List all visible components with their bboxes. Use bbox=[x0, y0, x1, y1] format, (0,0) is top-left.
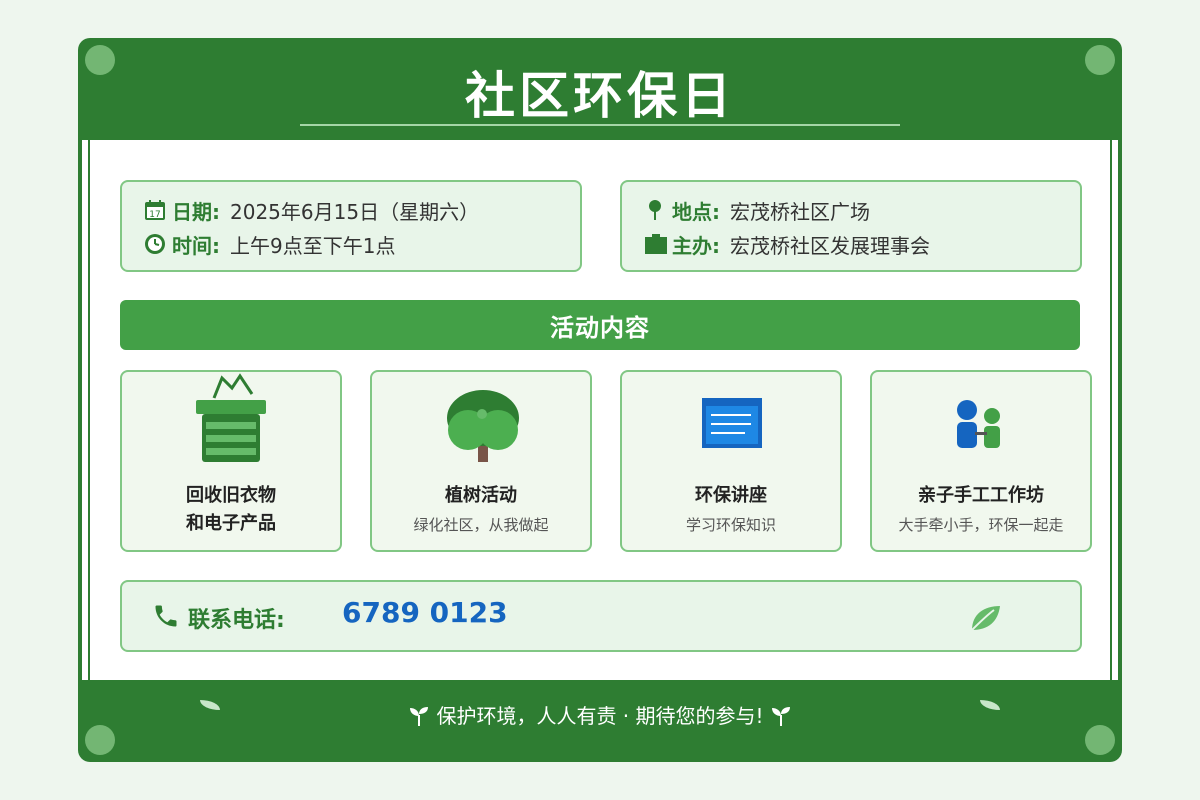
svg-text:17: 17 bbox=[149, 210, 160, 220]
host-value: 宏茂桥社区发展理事会 bbox=[730, 233, 930, 258]
place-host-box: 地点: 宏茂桥社区广场 主办: 宏茂桥社区发展理事会 bbox=[620, 180, 1082, 272]
date-value: 2025年6月15日（星期六） bbox=[230, 199, 480, 224]
activity-subtitle: 学习环保知识 bbox=[685, 516, 776, 534]
contact-label: 联系电话: bbox=[188, 608, 285, 633]
place-label: 地点: bbox=[672, 199, 720, 224]
activity-title: 植树活动 bbox=[445, 485, 517, 506]
footer-text: 保护环境，人人有责 · 期待您的参与! bbox=[436, 704, 764, 728]
location-pin-icon bbox=[644, 199, 666, 221]
place-row: 地点: 宏茂桥社区广场 bbox=[644, 196, 870, 224]
date-time-box: 17 日期: 2025年6月15日（星期六） 时间: 上午9点至下午1点 bbox=[120, 180, 582, 272]
contact-phone-number[interactable]: 6789 0123 bbox=[342, 596, 508, 629]
activity-title-line: 回收旧衣物 bbox=[186, 485, 276, 506]
section-title: 活动内容 bbox=[120, 300, 1080, 350]
activity-title: 环保讲座 bbox=[695, 485, 767, 506]
sprout-icon bbox=[408, 704, 436, 728]
corner-dot bbox=[85, 725, 115, 755]
host-row: 主办: 宏茂桥社区发展理事会 bbox=[644, 230, 930, 258]
activity-title-line: 和电子产品 bbox=[186, 513, 276, 534]
briefcase-icon bbox=[644, 233, 667, 255]
clock-icon bbox=[144, 233, 166, 255]
event-poster: 社区环保日 17 日期: 2025年6月15日（星期六） 时间: 上午9点至下午… bbox=[78, 38, 1122, 762]
title-divider bbox=[300, 124, 900, 126]
activity-card-tree-planting: 植树活动 绿化社区，从我做起 bbox=[370, 370, 592, 552]
activity-subtitle: 大手牵小手，环保一起走 bbox=[898, 516, 1064, 534]
page-title: 社区环保日 bbox=[465, 67, 735, 125]
activity-subtitle: 绿化社区，从我做起 bbox=[413, 516, 549, 534]
activity-title: 回收旧衣物 和电子产品 bbox=[122, 482, 340, 538]
activity-title: 亲子手工工作坊 bbox=[918, 485, 1044, 506]
tree-icon bbox=[372, 372, 590, 468]
leaf-icon bbox=[968, 600, 1002, 638]
host-label: 主办: bbox=[672, 233, 720, 258]
time-value: 上午9点至下午1点 bbox=[230, 233, 396, 258]
date-label: 日期: bbox=[172, 199, 220, 224]
date-row: 17 日期: 2025年6月15日（星期六） bbox=[144, 196, 479, 224]
activity-card-recycling: 回收旧衣物 和电子产品 bbox=[120, 370, 342, 552]
place-value: 宏茂桥社区广场 bbox=[730, 199, 870, 224]
recycle-bin-icon bbox=[122, 372, 340, 468]
phone-icon bbox=[152, 602, 180, 634]
calendar-icon: 17 bbox=[144, 199, 166, 221]
presentation-board-icon bbox=[622, 372, 840, 468]
corner-dot bbox=[1085, 725, 1115, 755]
parent-child-icon bbox=[872, 372, 1090, 468]
footer-slogan: 保护环境，人人有责 · 期待您的参与! bbox=[78, 700, 1122, 729]
time-row: 时间: 上午9点至下午1点 bbox=[144, 230, 395, 258]
content-panel: 17 日期: 2025年6月15日（星期六） 时间: 上午9点至下午1点 地点:… bbox=[82, 140, 1118, 680]
contact-box: 联系电话: 6789 0123 bbox=[120, 580, 1082, 652]
time-label: 时间: bbox=[172, 233, 220, 258]
activity-card-workshop: 亲子手工工作坊 大手牵小手，环保一起走 bbox=[870, 370, 1092, 552]
activity-card-lecture: 环保讲座 学习环保知识 bbox=[620, 370, 842, 552]
sprout-icon bbox=[770, 704, 792, 728]
